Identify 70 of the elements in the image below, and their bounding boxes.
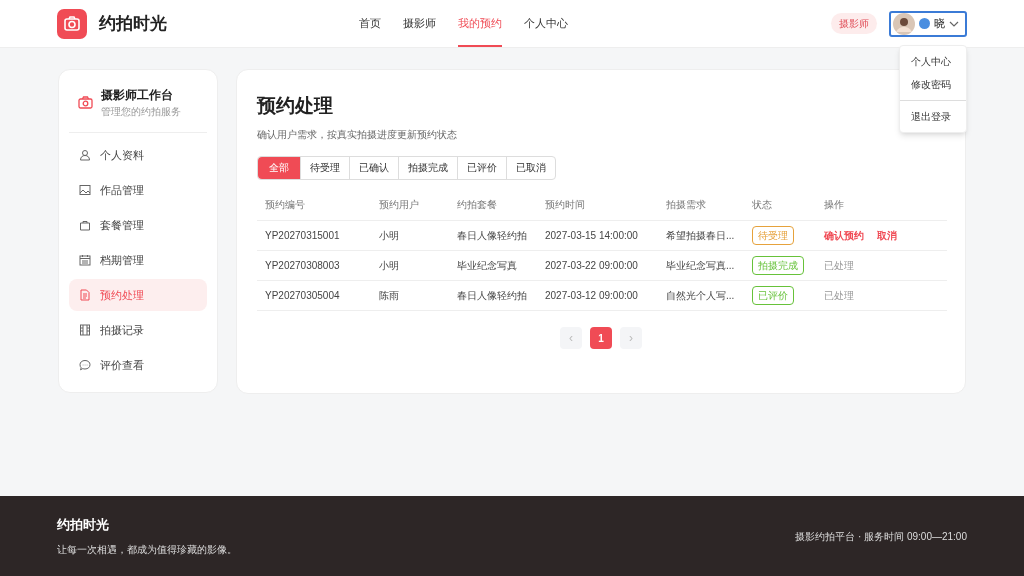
filter-tab[interactable]: 已确认 bbox=[349, 156, 398, 179]
filter-tab[interactable]: 待受理 bbox=[300, 156, 349, 179]
page-button[interactable]: 1 bbox=[590, 327, 612, 349]
column-header: 预约用户 bbox=[371, 189, 449, 221]
filter-tab[interactable]: 拍摄完成 bbox=[398, 156, 457, 179]
sidebar-item[interactable]: 套餐管理 bbox=[69, 209, 207, 241]
user-dot-icon bbox=[919, 18, 930, 29]
cancel-link[interactable]: 取消 bbox=[877, 228, 897, 243]
sidebar-subtitle: 管理您的约拍服务 bbox=[101, 105, 181, 119]
table-cell: 2027-03-22 09:00:00 bbox=[537, 250, 658, 281]
role-badge: 摄影师 bbox=[831, 13, 877, 34]
table-cell: 2027-03-12 09:00:00 bbox=[537, 280, 658, 311]
table-cell: YP20270308003 bbox=[257, 250, 371, 281]
table-cell: 小明 bbox=[371, 250, 449, 281]
sidebar-item[interactable]: 评价查看 bbox=[69, 349, 207, 381]
table-cell: 陈雨 bbox=[371, 280, 449, 311]
status-tag: 已评价 bbox=[752, 286, 794, 305]
column-header: 状态 bbox=[744, 189, 816, 221]
avatar-icon bbox=[893, 12, 915, 35]
status-tag: 待受理 bbox=[752, 226, 794, 245]
bag-icon bbox=[79, 219, 91, 231]
footer-brand: 约拍时光 bbox=[57, 515, 110, 534]
sidebar-item[interactable]: 拍摄记录 bbox=[69, 314, 207, 346]
confirm-link[interactable]: 确认预约 bbox=[824, 228, 864, 243]
camera-icon bbox=[78, 96, 93, 109]
processed-text: 已处理 bbox=[824, 260, 854, 271]
sidebar-title: 摄影师工作台 bbox=[101, 87, 174, 104]
nav-link[interactable]: 个人中心 bbox=[524, 0, 568, 47]
column-header: 拍摄需求 bbox=[658, 189, 744, 221]
table-cell: 希望拍摄春日... bbox=[658, 220, 744, 251]
menu-item[interactable]: 修改密码 bbox=[900, 73, 966, 96]
processed-text: 已处理 bbox=[824, 290, 854, 301]
table-cell: 自然光个人写... bbox=[658, 280, 744, 311]
image-icon bbox=[79, 184, 91, 196]
camera-logo-icon bbox=[57, 8, 87, 39]
column-header: 预约时间 bbox=[537, 189, 658, 221]
table-cell: YP20270315001 bbox=[257, 220, 371, 251]
filter-tab[interactable]: 全部 bbox=[258, 156, 300, 179]
nav-link[interactable]: 我的预约 bbox=[458, 0, 502, 47]
user-icon bbox=[79, 149, 91, 161]
nav-link[interactable]: 首页 bbox=[359, 0, 381, 47]
page-title: 预约处理 bbox=[257, 94, 333, 118]
sidebar-item[interactable]: 作品管理 bbox=[69, 174, 207, 206]
table-cell: 毕业纪念写真... bbox=[658, 250, 744, 281]
sidebar-item[interactable]: 档期管理 bbox=[69, 244, 207, 276]
document-icon bbox=[79, 289, 91, 301]
table-cell: 毕业纪念写真 bbox=[449, 250, 537, 281]
filter-tab[interactable]: 已取消 bbox=[506, 156, 555, 179]
sidebar-item[interactable]: 个人资料 bbox=[69, 139, 207, 171]
table-cell: 2027-03-15 14:00:00 bbox=[537, 220, 658, 251]
menu-item[interactable]: 个人中心 bbox=[900, 50, 966, 73]
column-header: 预约编号 bbox=[257, 189, 371, 221]
status-tag: 拍摄完成 bbox=[752, 256, 804, 275]
film-icon bbox=[79, 324, 91, 336]
table-cell: 春日人像轻约拍 bbox=[449, 280, 537, 311]
footer-tagline: 让每一次相遇，都成为值得珍藏的影像。 bbox=[57, 543, 237, 558]
table-cell: 春日人像轻约拍 bbox=[449, 220, 537, 251]
brand-name: 约拍时光 bbox=[99, 12, 167, 35]
menu-item[interactable]: 退出登录 bbox=[900, 100, 966, 128]
column-header: 操作 bbox=[816, 189, 947, 221]
calendar-icon bbox=[79, 254, 91, 266]
chat-bubble-icon bbox=[79, 359, 91, 371]
page-subtitle: 确认用户需求，按真实拍摄进度更新预约状态 bbox=[257, 127, 458, 142]
table-cell: YP20270305004 bbox=[257, 280, 371, 311]
column-header: 约拍套餐 bbox=[449, 189, 537, 221]
table-cell: 小明 bbox=[371, 220, 449, 251]
filter-tab[interactable]: 已评价 bbox=[457, 156, 506, 179]
nav-link[interactable]: 摄影师 bbox=[403, 0, 436, 47]
user-menu-button[interactable]: 晓 bbox=[889, 10, 967, 37]
footer-info: 摄影约拍平台 · 服务时间 09:00—21:00 bbox=[795, 529, 967, 544]
